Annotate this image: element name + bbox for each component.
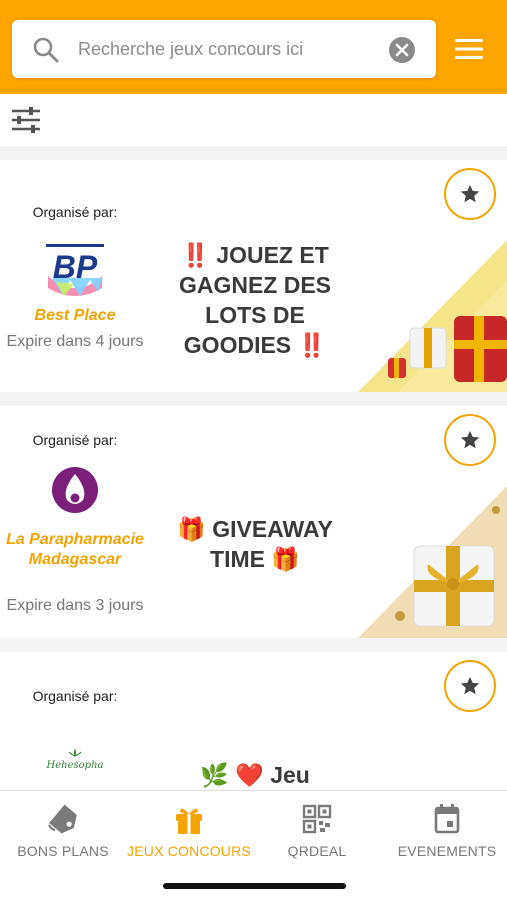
calendar-icon <box>434 804 460 834</box>
nav-item-bons-plans[interactable]: BONS PLANS <box>0 791 126 871</box>
star-icon <box>460 430 480 449</box>
home-indicator[interactable] <box>163 883 346 889</box>
app-screen: Organisé par: BP Best Place Expire dans … <box>0 0 507 900</box>
bottom-navigation: BONS PLANS JEUX CONCOURS QRDEAL EVENEMEN… <box>0 790 507 900</box>
nav-label: EVENEMENTS <box>397 843 497 859</box>
organizer-label: Organisé par: <box>32 204 118 220</box>
title-line: LOTS DE <box>205 302 305 328</box>
nav-item-qrdeal[interactable]: QRDEAL <box>254 791 380 871</box>
nav-label: JEUX CONCOURS <box>127 843 251 859</box>
title-line: ‼️ JOUEZ ET <box>181 242 329 268</box>
title-line: GAGNEZ DES <box>178 272 332 298</box>
favorite-button[interactable] <box>444 168 496 220</box>
expire-text: Expire dans 3 jours <box>6 597 144 614</box>
title-line: 🌿 ❤️ Jeu <box>200 762 310 788</box>
expire-text: Expire dans 4 jours <box>6 333 144 350</box>
title-line: GOODIES ‼️ <box>183 332 327 358</box>
contest-card[interactable]: Organisé par: La Parapharmacie Madagasca… <box>0 406 507 638</box>
clear-search-icon[interactable] <box>388 36 416 64</box>
gift-icon <box>176 808 202 834</box>
star-icon <box>460 676 480 695</box>
nav-label: BONS PLANS <box>17 843 109 859</box>
filter-sliders-icon[interactable] <box>10 106 42 134</box>
contest-title: 🎁 GIVEAWAY TIME 🎁 <box>160 514 350 574</box>
organizer-name[interactable]: Best Place <box>0 306 150 326</box>
search-box[interactable] <box>12 20 436 78</box>
parapharmacie-logo <box>52 467 98 513</box>
tag-icon <box>48 804 77 834</box>
favorite-button[interactable] <box>444 660 496 712</box>
title-line: 🎁 GIVEAWAY <box>177 516 333 542</box>
organizer-column: Organisé par: La Parapharmacie Madagasca… <box>0 406 150 638</box>
contest-card[interactable]: Organisé par: BP Best Place Expire dans … <box>0 160 507 392</box>
nav-label: QRDEAL <box>287 843 347 859</box>
contest-promo-image <box>358 240 507 392</box>
nav-item-evenements[interactable]: EVENEMENTS <box>384 791 507 871</box>
organizer-column: Organisé par: BP Best Place Expire dans … <box>0 160 150 392</box>
contest-title: ‼️ JOUEZ ET GAGNEZ DES LOTS DE GOODIES ‼… <box>160 240 350 360</box>
search-input[interactable] <box>78 30 378 68</box>
title-line: TIME 🎁 <box>210 546 300 572</box>
filter-bar <box>0 94 507 146</box>
logo-lettering: BP <box>53 249 98 285</box>
logo-lettering: Hehesopha <box>46 760 104 771</box>
contest-promo-image <box>358 486 507 638</box>
qr-code-icon <box>302 804 332 834</box>
favorite-button[interactable] <box>444 414 496 466</box>
organizer-name[interactable]: La Parapharmacie Madagascar <box>0 530 150 570</box>
best-place-logo: BP <box>46 244 104 296</box>
organizer-label: Organisé par: <box>32 432 118 448</box>
contest-title: 🌿 ❤️ Jeu <box>160 760 350 790</box>
search-icon <box>33 37 59 63</box>
header-bar <box>0 0 507 94</box>
organizer-label: Organisé par: <box>32 688 118 704</box>
star-icon <box>460 184 480 203</box>
hehesopha-logo: Hehesopha <box>46 748 104 771</box>
hamburger-menu-icon[interactable] <box>455 38 483 60</box>
nav-item-jeux-concours[interactable]: JEUX CONCOURS <box>126 791 252 871</box>
